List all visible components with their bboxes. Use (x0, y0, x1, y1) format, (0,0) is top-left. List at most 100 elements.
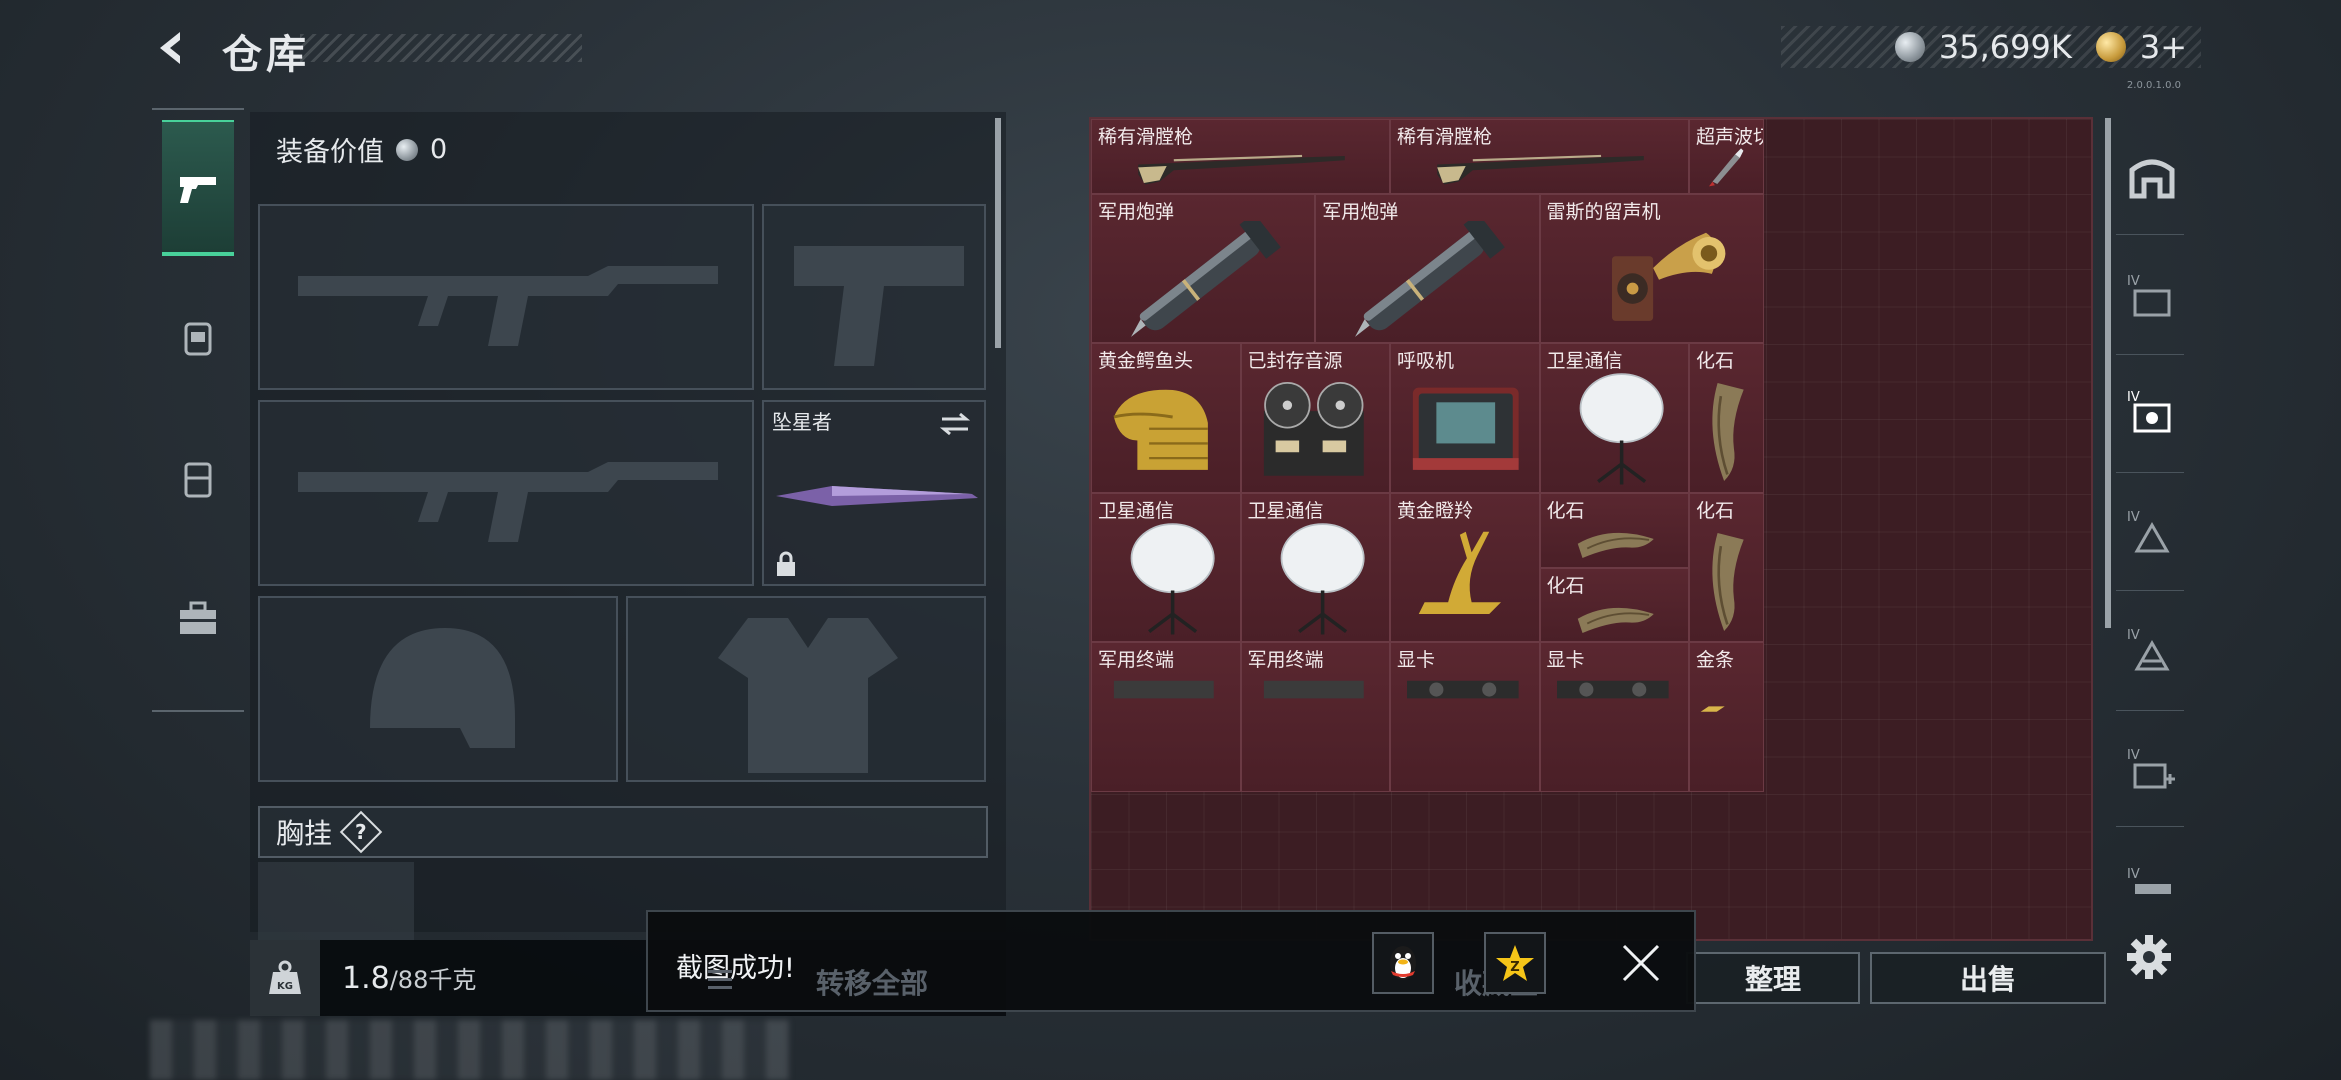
help-icon[interactable]: ? (339, 810, 383, 854)
ultrasonic-cutter-icon (1708, 148, 1744, 187)
item-name: 军用炮弹 (1098, 200, 1175, 223)
silver-amount: 35,699K (1938, 28, 2072, 66)
musket-icon (1437, 154, 1644, 185)
share-qq-button[interactable] (1372, 932, 1434, 994)
terminal-icon (1113, 681, 1214, 699)
inventory-item[interactable]: 呼吸机 (1390, 343, 1540, 493)
svg-text:IV: IV (2127, 274, 2140, 289)
equipment-scrollbar[interactable] (995, 118, 1001, 348)
tab-backpack[interactable] (162, 410, 234, 546)
inventory-item[interactable]: 军用炮弹 (1315, 193, 1540, 344)
svg-text:IV: IV (2127, 628, 2140, 643)
filter-other-icon[interactable]: IV (2122, 854, 2182, 914)
item-name: 军用终端 (1247, 649, 1324, 672)
filter-consumables-icon[interactable]: IV (2122, 740, 2182, 800)
backpack-icon (184, 462, 212, 498)
inventory-item[interactable]: 已封存音源 (1240, 343, 1390, 493)
inventory-item[interactable]: 卫星通信 (1240, 492, 1390, 643)
inventory-item[interactable]: 稀有滑膛枪 (1390, 119, 1689, 194)
sell-button[interactable]: 出售 (1870, 952, 2106, 1004)
item-name: 军用炮弹 (1322, 200, 1399, 223)
svg-text:Z: Z (1510, 960, 1519, 975)
inventory-item[interactable]: 军用终端 (1240, 642, 1390, 792)
primary-weapon-slot-2[interactable] (258, 400, 754, 586)
secondary-weapon-slot[interactable] (762, 204, 986, 390)
close-icon[interactable] (1618, 940, 1664, 986)
currency-display[interactable]: 35,699K 3+ (1781, 26, 2201, 68)
filter-valuables-icon[interactable]: IV (2122, 382, 2182, 442)
rail-divider (2116, 826, 2184, 827)
melee-slot[interactable]: 坠星者 (762, 400, 986, 586)
category-rail (152, 108, 244, 712)
back-arrow-icon[interactable] (150, 26, 194, 70)
inventory-item[interactable]: 稀有滑膛枪 (1091, 119, 1390, 194)
item-name: 稀有滑膛枪 (1098, 126, 1194, 148)
inventory-item[interactable]: 军用终端 (1091, 642, 1241, 792)
armor-slot[interactable] (626, 596, 986, 782)
chest-rig-header[interactable]: 胸挂 ? (258, 806, 988, 858)
ventilator-icon (1412, 387, 1519, 471)
item-name: 卫星通信 (1098, 499, 1175, 522)
tab-case[interactable] (162, 550, 234, 686)
inventory-item[interactable]: 军用炮弹 (1091, 193, 1316, 344)
inventory-item[interactable]: 金条 (1689, 642, 1764, 792)
inventory-item[interactable]: 黄金鳄鱼头 (1091, 343, 1241, 493)
satellite-dish-icon (1280, 522, 1365, 635)
fossil-claw-icon (1577, 607, 1654, 633)
item-name: 金条 (1696, 649, 1735, 672)
rifle-silhouette-icon (298, 266, 718, 346)
tab-gear[interactable] (162, 270, 234, 406)
transfer-all-button[interactable]: 转移全部 (816, 962, 928, 1002)
filter-tier-icon[interactable]: IV (2122, 266, 2182, 326)
weight-value: 1.8/88千克 (342, 960, 476, 996)
rail-divider (2116, 472, 2184, 473)
svg-text:IV: IV (2127, 510, 2140, 525)
page-title: 仓库 (222, 32, 310, 78)
rail-divider (2116, 234, 2184, 235)
item-name: 卫星通信 (1247, 499, 1324, 522)
warehouse-scrollbar[interactable] (2105, 118, 2111, 628)
satellite-dish-icon (1579, 373, 1664, 485)
fossil-claw-icon (1712, 383, 1744, 482)
inventory-item[interactable]: 化石 (1689, 492, 1764, 643)
inventory-item[interactable]: 化石 (1689, 343, 1764, 493)
fossil-claw-icon (1577, 532, 1654, 558)
tab-weapons[interactable] (162, 120, 234, 256)
inventory-item[interactable]: 卫星通信 (1091, 492, 1241, 643)
warehouse-grid[interactable]: 稀有滑膛枪 稀有滑膛枪 超声波切... 军用炮弹 军用炮弹 雷斯的留声机黄金鳄鱼头 已封存音… (1089, 117, 2093, 941)
primary-weapon-slot[interactable] (258, 204, 754, 390)
inventory-item[interactable]: 化石 (1539, 492, 1689, 568)
inventory-item[interactable]: 化石 (1539, 567, 1689, 643)
inventory-item[interactable]: 雷斯的留声机 (1539, 193, 1764, 344)
equipment-value-label: 装备价值 (276, 137, 384, 168)
gold-bar-icon (1700, 706, 1725, 712)
share-qzone-button[interactable]: Z (1484, 932, 1546, 994)
inventory-item[interactable]: 卫星通信 (1539, 343, 1689, 493)
menu-icon (708, 970, 732, 989)
silver-coin-icon (1894, 32, 1925, 62)
inventory-item[interactable]: 显卡 (1390, 642, 1540, 792)
equipment-value: 装备价值 0 (276, 130, 447, 169)
help-mark: ? (355, 819, 367, 844)
inventory-item[interactable]: 黄金瞪羚 (1390, 492, 1540, 643)
chest-rig-slot[interactable] (258, 862, 414, 940)
satellite-dish-icon (1130, 522, 1215, 635)
filter-ammo-icon[interactable]: IV (2122, 620, 2182, 680)
toast-message: 截图成功! (676, 953, 795, 984)
briefcase-icon (180, 601, 216, 634)
helmet-slot[interactable] (258, 596, 618, 782)
filter-medical-icon[interactable]: IV (2122, 502, 2182, 562)
gear-icon[interactable] (2124, 932, 2174, 982)
rail-divider (2116, 354, 2184, 355)
fossil-claw-icon (1712, 532, 1744, 631)
filter-all-icon[interactable] (2122, 146, 2182, 206)
artillery-shell-icon (1131, 220, 1281, 337)
item-name: 黄金瞪羚 (1397, 499, 1474, 522)
inventory-item[interactable]: 超声波切... (1689, 119, 1764, 194)
reel-recorder-icon (1263, 382, 1364, 476)
svg-text:IV: IV (2127, 748, 2140, 763)
inventory-item[interactable]: 显卡 (1539, 642, 1689, 792)
organize-button[interactable]: 整理 (1686, 952, 1860, 1004)
swap-icon[interactable] (938, 410, 972, 438)
melee-name: 坠星者 (772, 410, 832, 434)
